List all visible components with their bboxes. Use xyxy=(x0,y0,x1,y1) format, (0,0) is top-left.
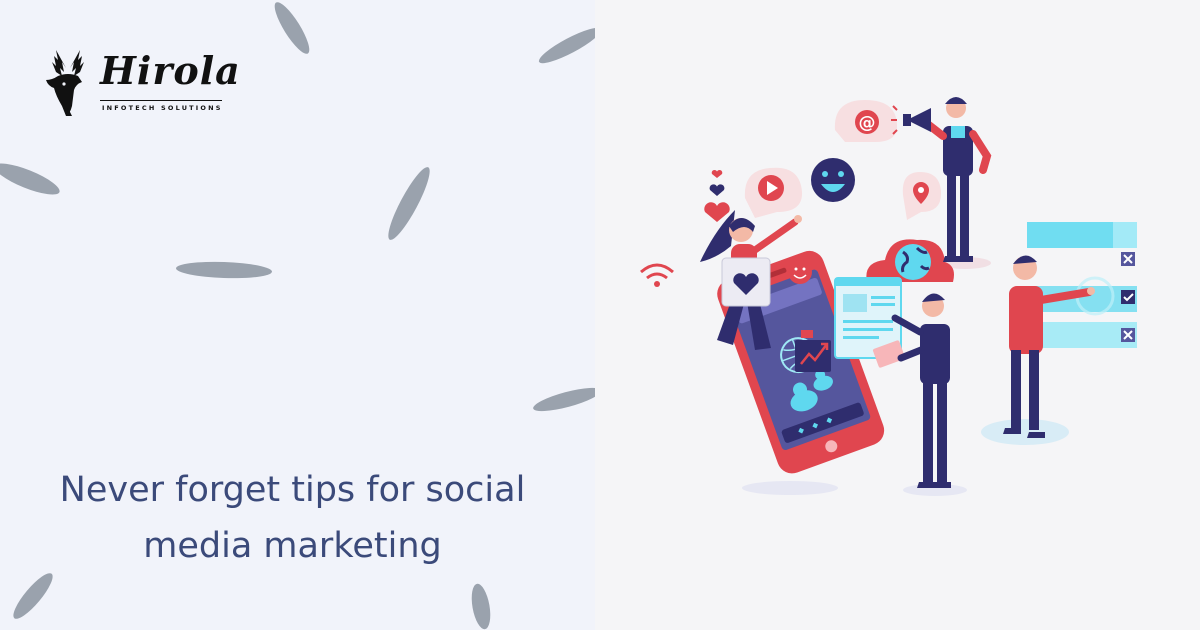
small-smiley-icon xyxy=(788,260,812,284)
wifi-icon xyxy=(640,263,674,287)
decorative-leaf xyxy=(0,157,63,201)
decorative-leaf xyxy=(535,22,595,69)
play-icon xyxy=(744,167,803,218)
decorative-leaf xyxy=(269,0,315,58)
smiley-icon xyxy=(811,158,855,202)
headline-line-2: media marketing xyxy=(143,526,442,566)
decorative-leaf xyxy=(468,582,494,630)
page-title: Never forget tips for social media marke… xyxy=(20,462,565,574)
decorative-leaf xyxy=(175,260,273,280)
brand-name: Hirola xyxy=(100,48,241,93)
social-media-marketing-illustration: @ xyxy=(640,97,1137,496)
decorative-leaf xyxy=(8,568,58,624)
brand-logo[interactable]: Hirola INFOTECH SOLUTIONS xyxy=(42,46,242,118)
right-panel: @ xyxy=(595,0,1200,630)
megaphone-icon xyxy=(891,105,931,135)
left-panel: Hirola INFOTECH SOLUTIONS Never forget t… xyxy=(0,0,595,630)
banner: Hirola INFOTECH SOLUTIONS Never forget t… xyxy=(0,0,1200,630)
brand-divider xyxy=(100,100,222,101)
at-sign-icon: @ xyxy=(834,100,897,142)
decorative-leaf xyxy=(382,163,436,244)
globe-icon xyxy=(866,239,954,282)
location-pin-icon xyxy=(902,172,941,220)
checklist-icon xyxy=(1027,222,1137,348)
deer-head-icon xyxy=(46,50,84,116)
headline-line-1: Never forget tips for social xyxy=(59,470,526,510)
svg-text:@: @ xyxy=(859,113,876,133)
brand-tagline: INFOTECH SOLUTIONS xyxy=(102,104,223,112)
decorative-leaf xyxy=(531,383,595,416)
heart-icon xyxy=(704,169,730,222)
